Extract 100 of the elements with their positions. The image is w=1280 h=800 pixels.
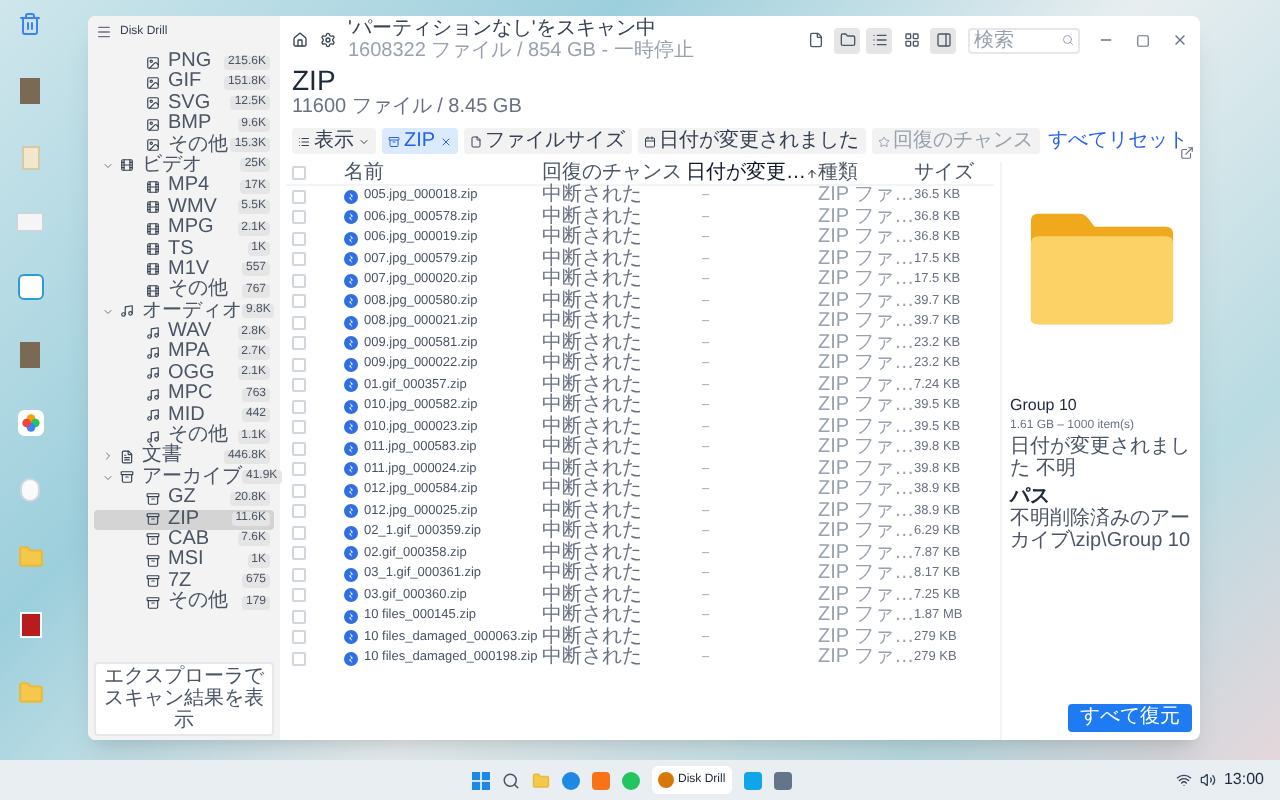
zip-file-icon [344,504,358,519]
search-icon[interactable] [502,771,520,789]
row-checkbox[interactable] [292,630,306,645]
recovery-chance: 中断された [542,459,644,480]
filter-chip[interactable]: ZIP [382,128,458,154]
row-checkbox[interactable] [292,609,306,624]
maximize-icon[interactable] [1136,33,1150,47]
document-icon[interactable] [21,146,39,170]
settings-icon[interactable] [320,32,336,48]
show-in-explorer-button[interactable]: エクスプローラでスキャン結果を表示 [94,662,274,736]
folder-icon[interactable] [17,544,43,570]
recovery-chance: 中断された [542,375,644,396]
chevron-down-icon[interactable] [102,305,114,318]
row-checkbox[interactable] [292,189,306,204]
preview-panel-button[interactable] [930,27,956,53]
sidebar-label: その他 [168,135,228,156]
sidebar-label: 文書 [142,446,182,467]
row-checkbox[interactable] [292,546,306,561]
chevron-down-icon[interactable] [102,159,114,172]
zip-file-icon [344,630,358,645]
folder-view-button[interactable] [834,27,860,53]
sidebar-label: ZIP [168,509,200,530]
app-icon[interactable] [17,274,43,300]
recovery-chance: 中断された [542,207,644,228]
close-icon[interactable] [439,135,452,147]
speaker-icon[interactable] [1199,772,1216,788]
music-note-icon [146,345,160,360]
sidebar-label: WAV [168,322,212,343]
row-checkbox[interactable] [292,525,306,540]
row-checkbox[interactable] [292,252,306,267]
film-icon [120,158,134,173]
sidebar-label: MSI [168,550,204,571]
row-checkbox[interactable] [292,231,306,246]
row-checkbox[interactable] [292,399,306,414]
archive-icon [146,491,160,506]
list-view-button[interactable] [866,27,892,53]
row-checkbox[interactable] [292,357,306,372]
filter-chip[interactable]: 日付が変更されました [637,128,866,154]
row-checkbox[interactable] [292,315,306,330]
column-header[interactable]: 名前 [344,163,384,183]
sidebar-label: オーディオ [142,301,242,322]
row-checkbox[interactable] [292,273,306,288]
windows-start-icon[interactable] [472,771,490,789]
row-checkbox[interactable] [292,441,306,456]
recovery-chance: 中断された [542,333,644,354]
photo-placeholder[interactable] [20,78,40,104]
document-icon [120,449,134,464]
folder-icon [839,32,855,48]
zip-file-icon [344,420,358,435]
column-header[interactable]: 回復のチャンス [542,163,682,183]
clock-time[interactable]: 13:00 [1223,768,1264,792]
file-icon[interactable] [16,212,44,232]
database-file-icon[interactable] [19,612,41,638]
zip-file-icon [344,357,358,372]
wifi-icon[interactable] [1175,772,1192,788]
preview-title: Group 10 [1010,394,1079,418]
column-header[interactable]: 種類 [818,163,858,183]
zip-file-icon [344,546,358,561]
zip-file-icon [344,294,358,309]
select-all-checkbox[interactable] [292,166,306,180]
column-header[interactable]: 日付が変更… [686,163,806,183]
search-field[interactable]: 検索 [968,27,1080,53]
open-external-icon[interactable] [1180,146,1194,160]
row-checkbox[interactable] [292,336,306,351]
column-header[interactable]: サイズ [914,163,974,183]
close-icon[interactable] [1172,32,1188,48]
row-checkbox[interactable] [292,588,306,603]
music-note-icon [120,304,134,319]
path-label: パス [1010,486,1050,508]
restore-all-button[interactable]: すべて復元 [1068,704,1192,732]
row-checkbox[interactable] [292,651,306,666]
menu-icon[interactable] [96,24,112,40]
row-checkbox[interactable] [292,378,306,393]
zip-file-icon [344,462,358,477]
music-note-icon [146,366,160,381]
filter-chip[interactable]: ファイルサイズ [463,128,632,154]
file-type: ZIP ファ… [818,228,914,249]
row-checkbox[interactable] [292,420,306,435]
file-type: ZIP ファ… [818,522,914,543]
chevron-down-icon[interactable] [102,471,114,484]
flower-icon[interactable] [17,410,43,436]
home-icon[interactable] [292,32,308,48]
row-checkbox[interactable] [292,210,306,225]
filter-chip[interactable]: 表示 [292,128,376,154]
folder-icon[interactable] [532,771,550,789]
folder-icon[interactable] [17,680,43,706]
file-type: ZIP ファ… [818,606,914,627]
row-checkbox[interactable] [292,567,306,582]
film-icon [146,242,160,257]
row-checkbox[interactable] [292,462,306,477]
film-icon [146,262,160,277]
row-checkbox[interactable] [292,483,306,498]
reset-all-link[interactable]: すべてリセット [1048,126,1188,156]
recycle-bin-icon[interactable] [18,12,42,36]
row-checkbox[interactable] [292,294,306,309]
category-summary: 11600 ファイル / 8.45 GB [292,96,524,120]
file-type: ZIP ファ… [818,354,914,375]
chevron-right-icon[interactable] [102,450,114,463]
photo-placeholder[interactable] [20,342,40,368]
row-checkbox[interactable] [292,504,306,519]
